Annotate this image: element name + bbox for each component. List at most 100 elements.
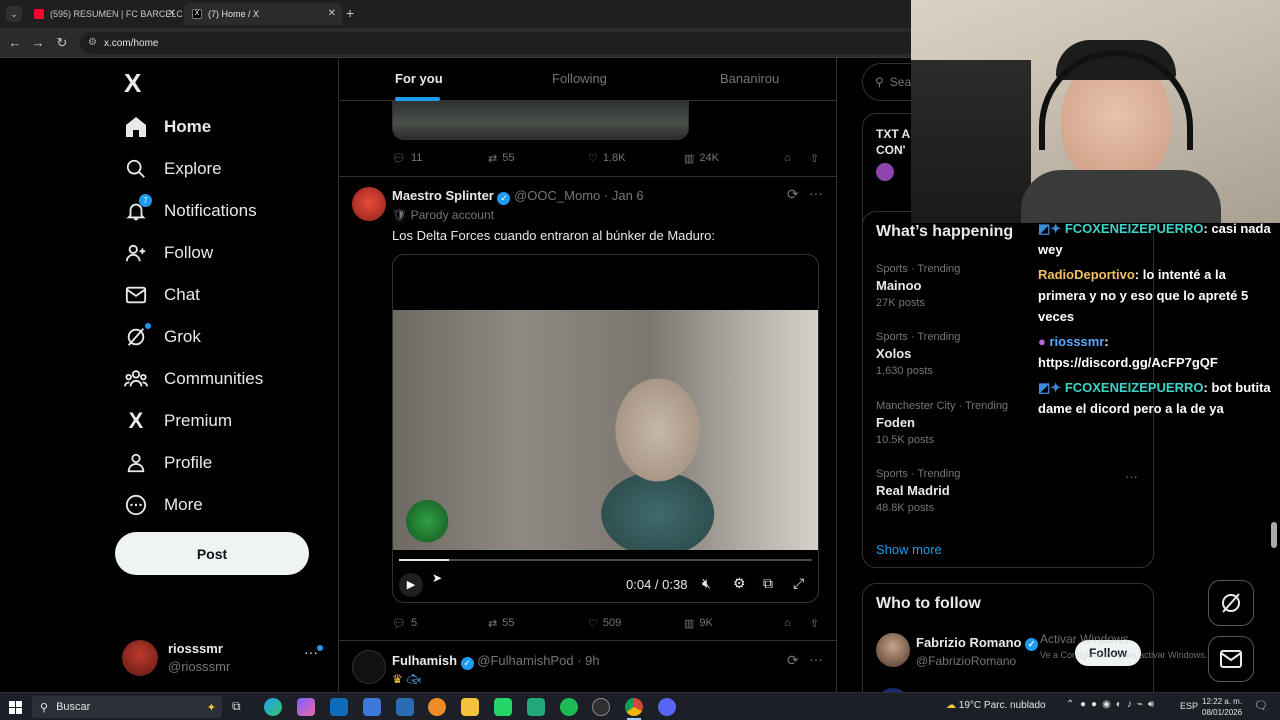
video-player[interactable]: ▶ 0:04 / 0:38 🔇︎ ⚙ ⧉ ⤢	[392, 254, 819, 603]
tab-search-icon[interactable]: ⌄	[6, 6, 22, 22]
suggested-user-name[interactable]: Fabrizio Romano ✓	[916, 635, 1039, 651]
spotify-icon[interactable]	[560, 698, 578, 716]
like-count: 1.8K	[602, 152, 626, 164]
bookmark-icon[interactable]: ⌂	[784, 152, 791, 164]
task-view-icon[interactable]: ⧉	[232, 699, 241, 714]
author-handle[interactable]: @FulhamishPod	[477, 653, 573, 668]
site-info-icon[interactable]: ⚙	[88, 37, 97, 48]
browser-tab-x-home[interactable]: X (7) Home / X ✕	[184, 3, 342, 25]
windows-start-icon[interactable]	[9, 701, 22, 714]
close-tab-icon[interactable]: ✕	[328, 8, 336, 19]
nav-item-grok[interactable]: Grok	[122, 317, 201, 357]
author-name[interactable]: Maestro Splinter	[392, 188, 494, 203]
clock[interactable]: 12:22 a. m. 08/01/2026	[1202, 696, 1242, 718]
author-name[interactable]: Fulhamish	[392, 653, 457, 668]
fullscreen-icon[interactable]: ⤢	[793, 575, 804, 592]
repost-button[interactable]: ⇄ 55	[488, 617, 514, 630]
forward-icon[interactable]: →	[30, 35, 46, 50]
whatsapp-icon[interactable]	[494, 698, 512, 716]
nav-item-chat[interactable]: Chat	[122, 275, 200, 315]
views-button[interactable]: ▥ 9K	[684, 617, 713, 630]
views-count: 24K	[699, 152, 719, 164]
reload-icon[interactable]: ↻	[54, 35, 70, 51]
like-button[interactable]: ♡ 1.8K	[588, 152, 626, 165]
post-time[interactable]: · 9h	[577, 653, 599, 668]
messages-float-button[interactable]	[1208, 636, 1254, 682]
reply-button[interactable]: 💬︎ 11	[392, 152, 422, 165]
store-icon[interactable]	[363, 698, 381, 716]
mail-icon	[122, 281, 150, 309]
reply-icon: 💬︎	[392, 152, 406, 165]
repost-count: 55	[502, 617, 515, 629]
outlook-icon[interactable]	[330, 698, 348, 716]
weather-widget[interactable]: ☁ 19°C Parc. nublado	[946, 700, 1046, 711]
nav-item-communities[interactable]: Communities	[122, 359, 263, 399]
edge-icon[interactable]	[264, 698, 282, 716]
reply-icon: 💬︎	[392, 617, 406, 630]
bookmark-icon[interactable]: ⌂	[784, 617, 791, 629]
vscode-icon[interactable]	[396, 698, 414, 716]
notification-center-icon[interactable]: 🗨︎	[1254, 699, 1268, 712]
avatar[interactable]	[352, 650, 386, 684]
nav-item-follow[interactable]: Follow	[122, 233, 213, 273]
tab-following[interactable]: Following	[552, 71, 607, 86]
post-more-icon[interactable]: ···	[809, 185, 823, 201]
post-more-icon[interactable]: ···	[809, 651, 823, 667]
grok-analyze-icon[interactable]: ⟳	[787, 186, 799, 203]
mute-icon[interactable]: 🔇︎	[702, 575, 711, 592]
search-highlight-icon: ✦	[206, 701, 216, 714]
account-switcher[interactable]: riosssmr @riosssmr ···	[122, 638, 326, 678]
discord-icon[interactable]	[658, 698, 676, 716]
close-tab-icon[interactable]: ✕	[168, 8, 176, 19]
language-indicator[interactable]: ESP	[1180, 701, 1198, 711]
tray-chevron-icon[interactable]: ⌃	[1066, 699, 1074, 710]
reply-button[interactable]: 💬︎ 5	[392, 617, 417, 630]
settings-icon[interactable]: ⚙	[733, 575, 746, 592]
avatar[interactable]	[352, 187, 386, 221]
show-more-link[interactable]: Show more	[876, 542, 942, 557]
home-icon	[122, 113, 150, 141]
repost-button[interactable]: ⇄ 55	[488, 152, 514, 165]
picture-in-picture-icon[interactable]: ⧉	[763, 575, 773, 592]
x-logo-icon[interactable]: X	[124, 68, 141, 99]
browser-tab-youtube[interactable]: (595) RESUMEN | FC BARCELON ✕	[26, 3, 182, 25]
nav-item-premium[interactable]: X Premium	[122, 401, 232, 441]
tab-bananirou[interactable]: Bananirou	[720, 71, 779, 86]
nav-item-explore[interactable]: Explore	[122, 149, 222, 189]
left-sidebar: X Home Explore 7 Notifications Follow Ch…	[0, 58, 338, 692]
obs-icon[interactable]	[592, 698, 610, 716]
views-button[interactable]: ▥ 24K	[684, 152, 719, 165]
tray-icons[interactable]: ●●◉◐♪⌁🔊︎	[1080, 699, 1159, 710]
nav-item-profile[interactable]: Profile	[122, 443, 212, 483]
share-icon[interactable]: ⇧	[810, 152, 819, 165]
share-icon[interactable]: ⇧	[810, 617, 819, 630]
avatar[interactable]	[876, 633, 910, 667]
new-tab-button[interactable]: +	[346, 5, 354, 21]
post-image[interactable]	[392, 98, 689, 140]
file-explorer-icon[interactable]	[461, 698, 479, 716]
back-icon[interactable]: ←	[7, 35, 23, 50]
taskbar-search[interactable]: ⚲ Buscar ✦	[32, 696, 222, 718]
tab-for-you[interactable]: For you	[395, 71, 443, 86]
nav-item-notifications[interactable]: 7 Notifications	[122, 191, 257, 231]
author-handle[interactable]: @OOC_Momo	[514, 188, 600, 203]
grok-analyze-icon[interactable]: ⟳	[787, 652, 799, 669]
video-progress-track[interactable]	[399, 559, 812, 561]
chrome-icon[interactable]	[625, 698, 643, 716]
firefox-icon[interactable]	[428, 698, 446, 716]
post-button[interactable]: Post	[115, 532, 309, 575]
grok-float-button[interactable]	[1208, 580, 1254, 626]
nav-item-more[interactable]: More	[122, 485, 203, 525]
play-icon[interactable]: ▶	[399, 573, 423, 597]
mail-icon	[1220, 650, 1242, 668]
trend-item[interactable]: Sports · Trending Real Madrid 48.8K post…	[876, 468, 1146, 514]
nav-item-home[interactable]: Home	[122, 107, 211, 147]
trend-more-icon[interactable]: ···	[1125, 469, 1138, 484]
app-icon[interactable]	[527, 698, 545, 716]
windows-activation-watermark: Activar Windows Ve a Configuración para …	[1040, 632, 1207, 660]
page-scrollbar[interactable]	[1271, 522, 1277, 548]
like-button[interactable]: ♡ 509	[588, 617, 621, 630]
post-time[interactable]: · Jan 6	[604, 188, 644, 203]
copilot-icon[interactable]	[297, 698, 315, 716]
suggested-user-handle: @FabrizioRomano	[916, 654, 1017, 668]
